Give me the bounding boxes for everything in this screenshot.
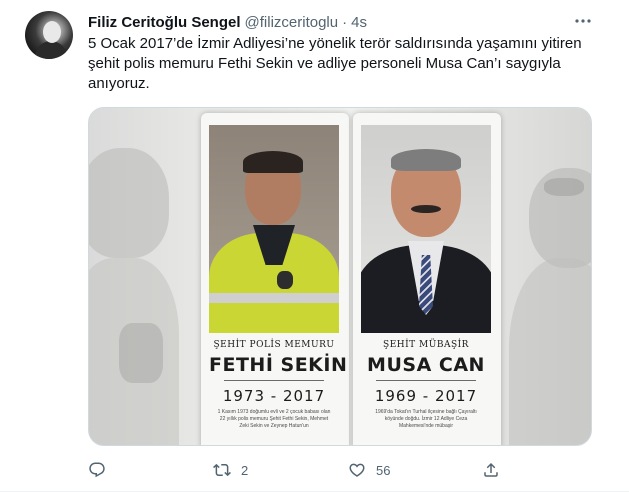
retweet-button[interactable]: 2 xyxy=(213,456,248,484)
plaque-description: 1969'da Tokat'ın Turhal ilçesine bağlı Ç… xyxy=(375,409,477,429)
tweet-text-line: 5 Ocak 2017’de İzmir Adliyesi’ne yönelik… xyxy=(88,35,582,52)
portrait-reflective-stripe xyxy=(209,293,339,303)
retweet-count: 2 xyxy=(241,462,249,478)
plaque-name: FETHİ SEKİN xyxy=(209,354,348,376)
avatar[interactable] xyxy=(25,11,73,59)
portrait-hair xyxy=(243,151,303,173)
plaque-divider xyxy=(224,380,324,381)
wall-mural-left xyxy=(89,148,169,258)
reply-icon xyxy=(89,462,105,478)
author-handle[interactable]: @filizceritoglu xyxy=(245,14,339,31)
like-count: 56 xyxy=(376,462,391,478)
tweet-media-image[interactable]: ŞEHİT POLİS MEMURU FETHİ SEKİN 1973 - 20… xyxy=(88,107,592,446)
tweet-text: 5 Ocak 2017’de İzmir Adliyesi’ne yönelik… xyxy=(88,34,608,94)
like-button[interactable]: 56 xyxy=(348,456,390,484)
plaque-name: MUSA CAN xyxy=(367,354,485,376)
retweet-icon xyxy=(213,463,231,477)
tweet-time[interactable]: 4s xyxy=(351,14,367,31)
avatar-face xyxy=(43,21,61,43)
avatar-silhouette xyxy=(35,41,67,59)
wall-mural-right xyxy=(544,178,584,196)
memorial-plaque: ŞEHİT MÜBAŞİR MUSA CAN 1969 - 2017 1969'… xyxy=(353,113,501,445)
portrait-mustache xyxy=(411,205,441,213)
tweet-text-line: şehit polis memuru Fethi Sekin ve adliye… xyxy=(88,55,561,72)
plaque-divider xyxy=(376,380,476,381)
plaque-text: ŞEHİT MÜBAŞİR MUSA CAN 1969 - 2017 1969'… xyxy=(361,338,491,430)
plaque-years: 1973 - 2017 xyxy=(222,387,326,405)
plaque-title: ŞEHİT POLİS MEMURU xyxy=(213,340,335,350)
portrait-photo xyxy=(361,125,491,333)
wall-mural-right xyxy=(509,258,591,445)
tweet-header: Filiz Ceritoğlu Sengel @filizceritoglu ·… xyxy=(88,12,367,32)
wall-mural-left xyxy=(119,323,163,383)
tweet-actions: 2 56 xyxy=(80,456,510,484)
plaque-description: 1 Kasım 1973 doğumlu evli ve 2 çocuk bab… xyxy=(217,409,331,429)
heart-icon xyxy=(349,463,365,477)
reply-button[interactable] xyxy=(88,456,116,484)
share-icon xyxy=(484,462,498,477)
portrait-badge xyxy=(277,271,293,289)
more-options-button[interactable] xyxy=(570,10,596,32)
memorial-plaque: ŞEHİT POLİS MEMURU FETHİ SEKİN 1973 - 20… xyxy=(201,113,349,445)
plaque-title: ŞEHİT MÜBAŞİR xyxy=(383,340,469,350)
plaque-text: ŞEHİT POLİS MEMURU FETHİ SEKİN 1973 - 20… xyxy=(209,338,348,430)
tweet-card[interactable]: Filiz Ceritoğlu Sengel @filizceritoglu ·… xyxy=(0,0,629,492)
share-button[interactable] xyxy=(482,456,510,484)
header-separator: · xyxy=(342,13,348,31)
author-name[interactable]: Filiz Ceritoğlu Sengel xyxy=(88,14,241,31)
portrait-photo xyxy=(209,125,339,333)
portrait-hair xyxy=(391,149,461,171)
more-horizontal-icon xyxy=(575,19,591,23)
tweet-text-line: anıyoruz. xyxy=(88,75,150,92)
plaque-years: 1969 - 2017 xyxy=(374,387,478,405)
